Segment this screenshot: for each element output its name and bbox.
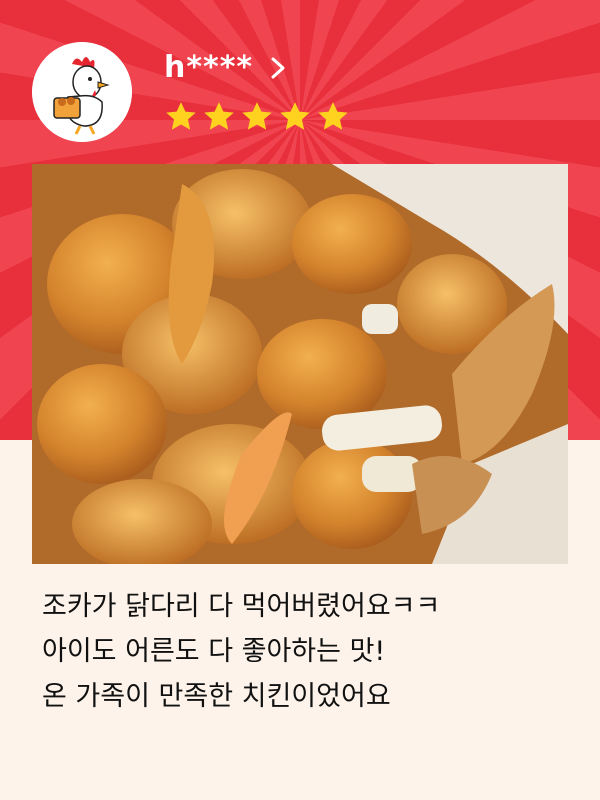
review-line: 온 가족이 만족한 치킨이었어요 [42,681,391,712]
user-profile-link[interactable]: h**** [164,50,289,85]
review-line: 아이도 어른도 다 좋아하는 맛! [42,636,386,667]
fried-chicken-image [32,164,568,564]
star-icon [166,102,196,130]
chicken-mascot-icon [32,42,132,142]
avatar[interactable] [32,42,132,142]
username: h**** [164,50,254,85]
review-text: 조카가 닭다리 다 먹어버렸어요ㅋㅋ 아이도 어른도 다 좋아하는 맛! 온 가… [42,584,562,719]
star-icon [318,102,348,130]
rating-stars [164,100,350,134]
star-icon [204,102,234,130]
chevron-right-icon [271,57,285,78]
review-line: 조카가 닭다리 다 먹어버렸어요ㅋㅋ [42,591,441,622]
star-icon [280,102,310,130]
star-icon [242,102,272,130]
review-photo[interactable] [32,164,568,564]
